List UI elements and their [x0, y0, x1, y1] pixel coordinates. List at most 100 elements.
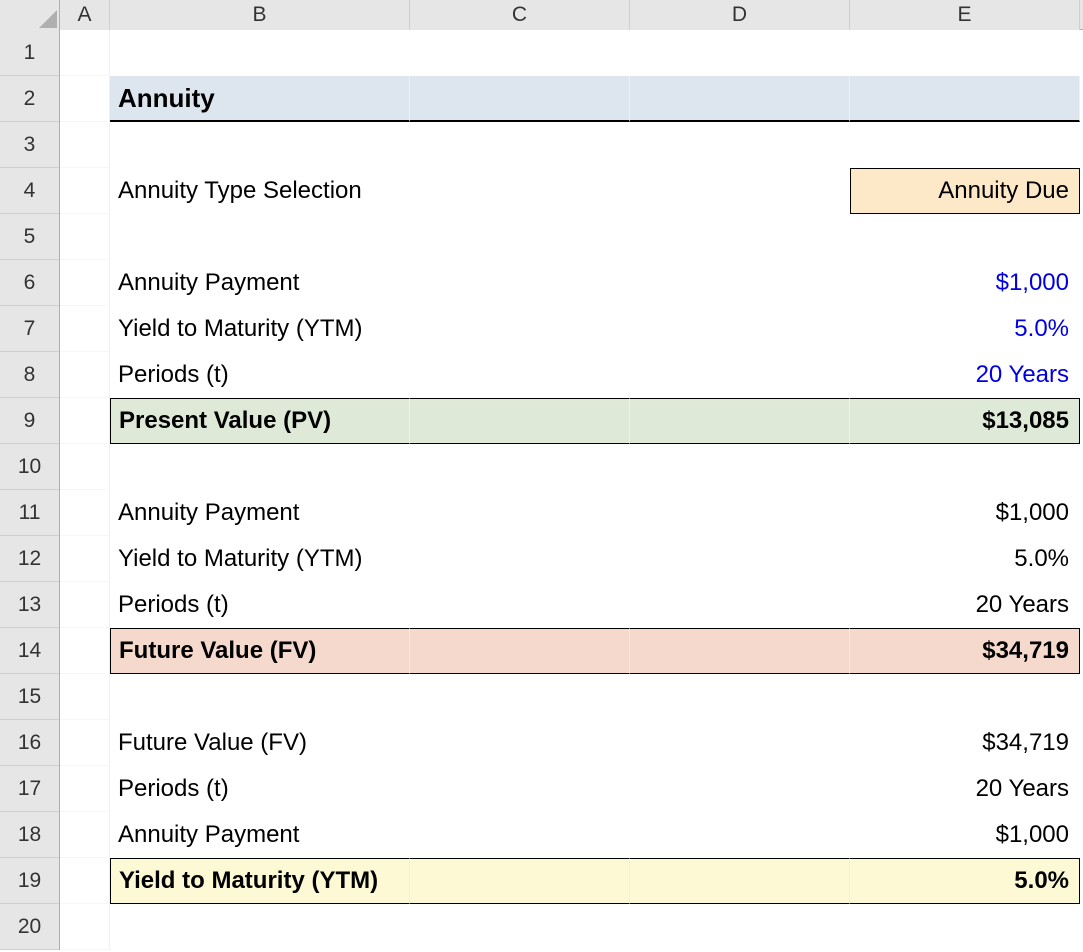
cell-A19[interactable]: [60, 858, 110, 904]
cell-C16[interactable]: [410, 720, 630, 766]
cell-D18[interactable]: [630, 812, 850, 858]
cell-A14[interactable]: [60, 628, 110, 674]
fv-ytm-label[interactable]: Yield to Maturity (YTM): [110, 536, 410, 582]
cell-B5[interactable]: [110, 214, 410, 260]
ytm-payment-value[interactable]: $1,000: [850, 812, 1080, 858]
ytm-fv-label[interactable]: Future Value (FV): [110, 720, 410, 766]
col-header-E[interactable]: E: [850, 0, 1080, 30]
pv-payment-label[interactable]: Annuity Payment: [110, 260, 410, 306]
cell-C7[interactable]: [410, 306, 630, 352]
ytm-fv-value[interactable]: $34,719: [850, 720, 1080, 766]
pv-result-value[interactable]: $13,085: [850, 398, 1080, 444]
cell-E1[interactable]: [850, 30, 1080, 76]
pv-ytm-value[interactable]: 5.0%: [850, 306, 1080, 352]
ytm-result-label[interactable]: Yield to Maturity (YTM): [110, 858, 410, 904]
cell-D9[interactable]: [630, 398, 850, 444]
cell-D13[interactable]: [630, 582, 850, 628]
row-header-3[interactable]: 3: [0, 122, 59, 168]
cell-C14[interactable]: [410, 628, 630, 674]
cell-D1[interactable]: [630, 30, 850, 76]
cell-A9[interactable]: [60, 398, 110, 444]
fv-result-value[interactable]: $34,719: [850, 628, 1080, 674]
cell-C3[interactable]: [410, 122, 630, 168]
cell-D15[interactable]: [630, 674, 850, 720]
row-header-15[interactable]: 15: [0, 674, 59, 720]
cell-C12[interactable]: [410, 536, 630, 582]
cell-A8[interactable]: [60, 352, 110, 398]
cell-C13[interactable]: [410, 582, 630, 628]
cell-A1[interactable]: [60, 30, 110, 76]
cell-D4[interactable]: [630, 168, 850, 214]
cell-A4[interactable]: [60, 168, 110, 214]
row-header-7[interactable]: 7: [0, 306, 59, 352]
fv-result-label[interactable]: Future Value (FV): [110, 628, 410, 674]
cell-B10[interactable]: [110, 444, 410, 490]
cell-C19[interactable]: [410, 858, 630, 904]
row-header-6[interactable]: 6: [0, 260, 59, 306]
col-header-C[interactable]: C: [410, 0, 630, 30]
col-header-A[interactable]: A: [60, 0, 110, 30]
cell-A12[interactable]: [60, 536, 110, 582]
row-header-20[interactable]: 20: [0, 904, 59, 950]
cell-E5[interactable]: [850, 214, 1080, 260]
pv-periods-value[interactable]: 20 Years: [850, 352, 1080, 398]
cell-B20[interactable]: [110, 904, 410, 950]
cell-E20[interactable]: [850, 904, 1080, 950]
cell-D12[interactable]: [630, 536, 850, 582]
fv-payment-value[interactable]: $1,000: [850, 490, 1080, 536]
cell-C5[interactable]: [410, 214, 630, 260]
cell-E10[interactable]: [850, 444, 1080, 490]
fv-ytm-value[interactable]: 5.0%: [850, 536, 1080, 582]
fv-periods-value[interactable]: 20 Years: [850, 582, 1080, 628]
row-header-1[interactable]: 1: [0, 30, 59, 76]
cell-D17[interactable]: [630, 766, 850, 812]
cell-C20[interactable]: [410, 904, 630, 950]
fv-periods-label[interactable]: Periods (t): [110, 582, 410, 628]
row-header-18[interactable]: 18: [0, 812, 59, 858]
cell-D10[interactable]: [630, 444, 850, 490]
row-header-14[interactable]: 14: [0, 628, 59, 674]
cell-A13[interactable]: [60, 582, 110, 628]
cell-A20[interactable]: [60, 904, 110, 950]
ytm-payment-label[interactable]: Annuity Payment: [110, 812, 410, 858]
col-header-B[interactable]: B: [110, 0, 410, 30]
cell-D5[interactable]: [630, 214, 850, 260]
title-cell[interactable]: Annuity: [110, 76, 410, 122]
cell-C6[interactable]: [410, 260, 630, 306]
cell-A7[interactable]: [60, 306, 110, 352]
cell-B3[interactable]: [110, 122, 410, 168]
annuity-type-value[interactable]: Annuity Due: [850, 168, 1080, 214]
cell-C9[interactable]: [410, 398, 630, 444]
cell-A6[interactable]: [60, 260, 110, 306]
cell-A16[interactable]: [60, 720, 110, 766]
cell-A2[interactable]: [60, 76, 110, 122]
cell-D16[interactable]: [630, 720, 850, 766]
row-header-8[interactable]: 8: [0, 352, 59, 398]
cell-C10[interactable]: [410, 444, 630, 490]
cell-C11[interactable]: [410, 490, 630, 536]
cell-D8[interactable]: [630, 352, 850, 398]
row-header-16[interactable]: 16: [0, 720, 59, 766]
annuity-type-label[interactable]: Annuity Type Selection: [110, 168, 410, 214]
row-header-10[interactable]: 10: [0, 444, 59, 490]
pv-periods-label[interactable]: Periods (t): [110, 352, 410, 398]
cell-D7[interactable]: [630, 306, 850, 352]
cell-B1[interactable]: [110, 30, 410, 76]
cell-B15[interactable]: [110, 674, 410, 720]
cell-C15[interactable]: [410, 674, 630, 720]
cell-A17[interactable]: [60, 766, 110, 812]
cell-E3[interactable]: [850, 122, 1080, 168]
row-header-9[interactable]: 9: [0, 398, 59, 444]
row-header-4[interactable]: 4: [0, 168, 59, 214]
cell-A3[interactable]: [60, 122, 110, 168]
cell-A10[interactable]: [60, 444, 110, 490]
cell-D2[interactable]: [630, 76, 850, 122]
row-header-12[interactable]: 12: [0, 536, 59, 582]
cell-C17[interactable]: [410, 766, 630, 812]
ytm-periods-value[interactable]: 20 Years: [850, 766, 1080, 812]
cell-E15[interactable]: [850, 674, 1080, 720]
cell-D3[interactable]: [630, 122, 850, 168]
pv-ytm-label[interactable]: Yield to Maturity (YTM): [110, 306, 410, 352]
cell-D6[interactable]: [630, 260, 850, 306]
cell-D14[interactable]: [630, 628, 850, 674]
